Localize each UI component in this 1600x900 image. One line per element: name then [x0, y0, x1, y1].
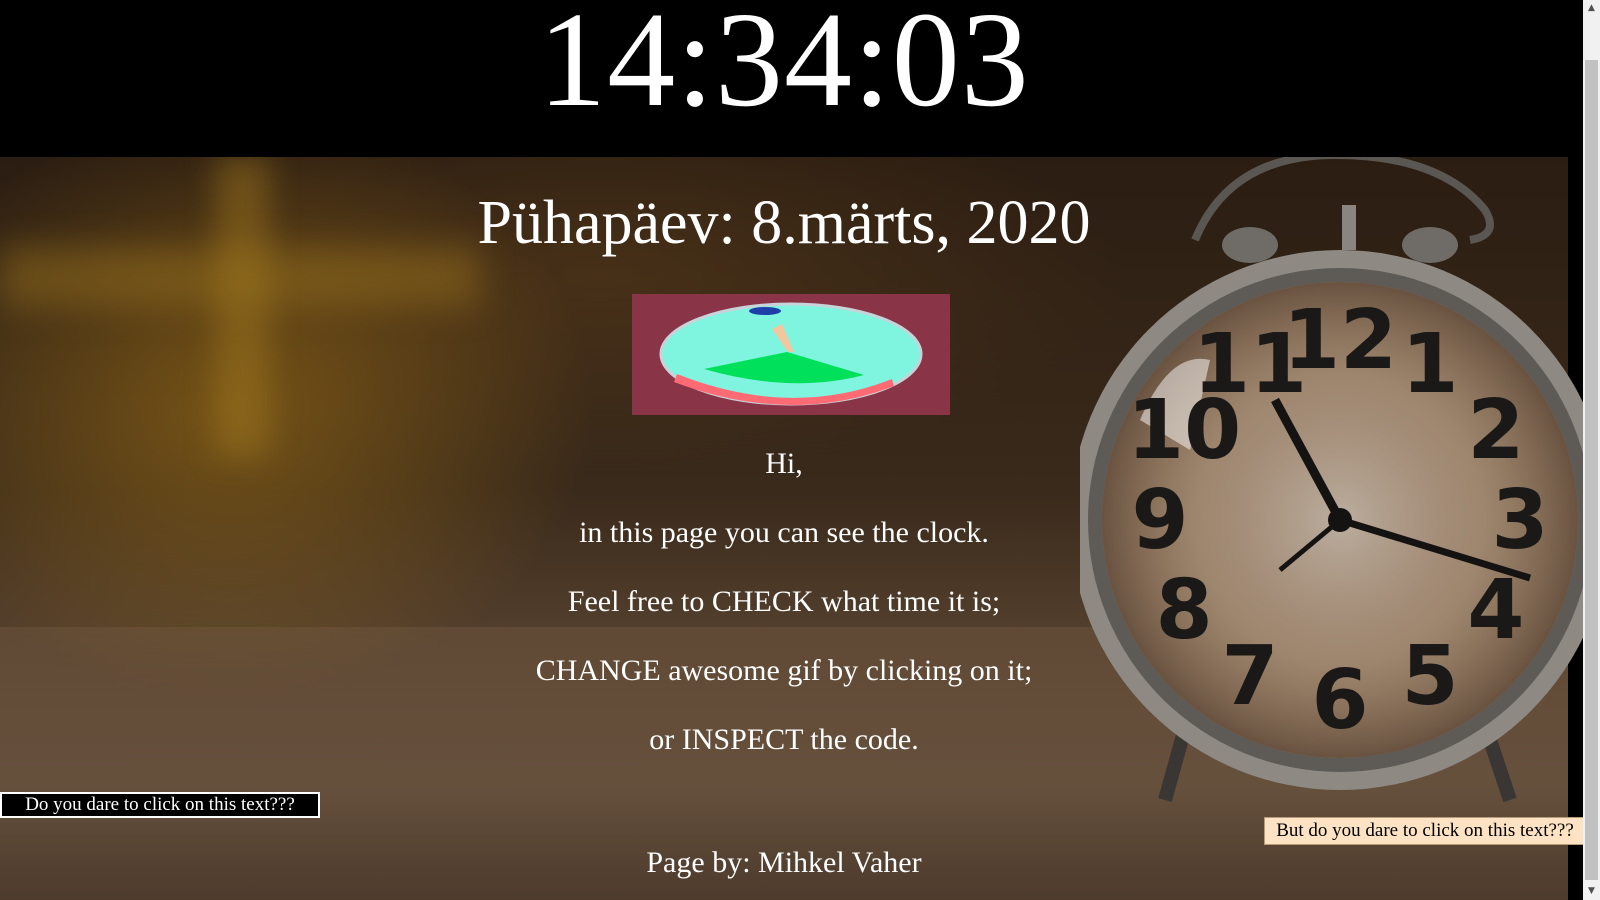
sundial-gif[interactable]	[632, 294, 950, 415]
scroll-up-arrow-icon[interactable]: ▲	[1583, 0, 1600, 17]
clock-dial-number: 1	[1401, 317, 1458, 412]
date-heading: Pühapäev: 8.märts, 2020	[477, 189, 1091, 257]
vertical-scrollbar[interactable]: ▲ ▼	[1583, 0, 1600, 900]
intro-line: Feel free to CHECK what time it is;	[567, 585, 1001, 618]
clock-bar: 14:34:03	[0, 0, 1568, 157]
dare-text-left[interactable]: Do you dare to click on this text???	[0, 792, 320, 818]
intro-line: in this page you can see the clock.	[579, 516, 989, 549]
intro-text: Hi, in this page you can see the clock. …	[0, 442, 1568, 787]
intro-line: Hi,	[765, 447, 803, 480]
scroll-down-arrow-icon[interactable]: ▼	[1583, 883, 1600, 900]
sundial-icon	[659, 302, 923, 406]
page-author: Page by: Mihkel Vaher	[646, 846, 922, 879]
page: 12 1 2 3 4 5 6 7 8 9 10 11 14:34:03 Pühapäev: 8.mär…	[0, 0, 1600, 900]
intro-line: or INSPECT the code.	[649, 723, 919, 756]
scroll-thumb[interactable]	[1585, 60, 1598, 880]
intro-line: CHANGE awesome gif by clicking on it;	[535, 654, 1033, 687]
clock-dial-number: 11	[1193, 317, 1307, 412]
digital-clock: 14:34:03	[538, 0, 1030, 135]
dare-text-right[interactable]: But do you dare to click on this text???	[1264, 817, 1586, 845]
